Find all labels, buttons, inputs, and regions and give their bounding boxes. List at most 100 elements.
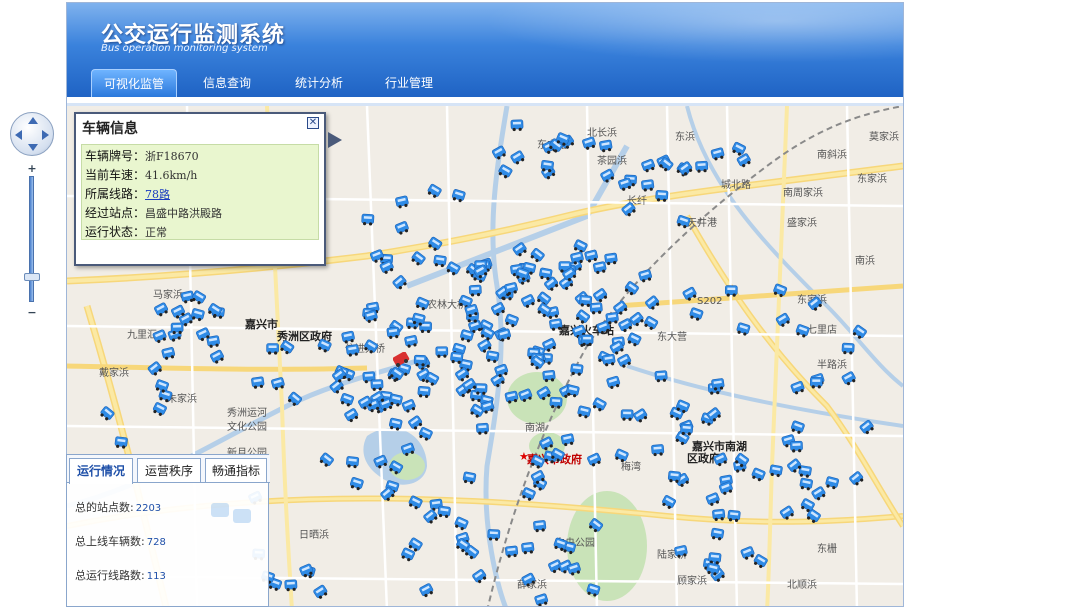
bus-marker[interactable] [750,467,766,482]
bus-marker[interactable] [505,545,519,558]
bus-marker[interactable] [99,406,115,422]
bus-marker[interactable] [740,546,755,561]
bus-marker[interactable] [705,492,720,507]
bus-marker[interactable] [661,495,677,511]
bus-marker[interactable] [400,547,416,562]
bus-marker[interactable] [542,369,556,383]
bus-marker[interactable] [521,542,535,555]
bus-marker[interactable] [859,419,875,435]
bus-marker[interactable] [602,353,616,367]
bus-marker[interactable] [497,164,513,180]
bus-marker[interactable] [491,145,508,161]
bus-marker[interactable] [349,477,364,491]
bus-marker[interactable] [271,377,286,391]
bus-marker[interactable] [623,281,639,297]
bus-marker[interactable] [318,452,334,468]
bus-marker[interactable] [395,195,409,209]
bus-marker[interactable] [841,371,857,387]
tab-info-query[interactable]: 信息查询 [187,69,267,97]
bus-marker[interactable] [614,448,629,463]
bus-marker[interactable] [811,486,827,502]
bus-marker[interactable] [363,339,379,355]
bus-marker[interactable] [504,313,519,328]
bus-marker[interactable] [591,397,607,413]
bus-marker[interactable] [689,307,704,322]
bus-marker[interactable] [676,214,691,229]
bus-marker[interactable] [600,168,616,184]
pan-up-icon[interactable] [28,117,38,124]
bus-marker[interactable] [152,402,168,417]
bus-marker[interactable] [392,275,408,291]
bus-marker[interactable] [313,584,329,600]
tab-traffic-index[interactable]: 畅通指标 [205,458,267,482]
bus-marker[interactable] [427,236,443,252]
bus-marker[interactable] [161,347,176,361]
bus-marker[interactable] [587,518,604,534]
bus-marker[interactable] [251,376,265,390]
bus-marker[interactable] [710,527,725,541]
bus-marker[interactable] [510,119,524,132]
bus-marker[interactable] [346,456,360,469]
bus-marker[interactable] [388,417,403,432]
bus-marker[interactable] [476,422,489,435]
pan-left-icon[interactable] [15,130,22,140]
bus-marker[interactable] [114,436,128,449]
bus-marker[interactable] [604,252,618,266]
bus-marker[interactable] [491,302,507,317]
bus-marker[interactable] [620,409,634,421]
bus-marker[interactable] [433,254,447,268]
bus-marker[interactable] [549,318,563,331]
tab-statistics[interactable]: 统计分析 [279,69,359,97]
bus-marker[interactable] [599,139,613,153]
bus-marker[interactable] [487,529,501,541]
bus-marker[interactable] [570,363,584,376]
bus-marker[interactable] [401,399,416,414]
bus-marker[interactable] [752,554,768,570]
bus-marker[interactable] [617,353,633,368]
bus-marker[interactable] [453,516,469,531]
tab-industry-management[interactable]: 行业管理 [369,69,449,97]
bus-marker[interactable] [621,202,637,218]
bus-marker[interactable] [417,385,431,398]
bus-marker[interactable] [529,454,545,469]
bus-marker[interactable] [404,335,418,348]
bus-marker[interactable] [419,583,435,598]
bus-marker[interactable] [512,242,528,258]
bus-marker[interactable] [418,426,434,442]
bus-marker[interactable] [286,391,303,407]
bus-marker[interactable] [423,509,439,525]
bus-marker[interactable] [520,294,537,309]
bus-marker[interactable] [451,189,466,203]
bus-marker[interactable] [284,579,298,592]
bus-marker[interactable] [799,477,813,491]
pan-control[interactable] [10,112,54,156]
route-link[interactable]: 78路 [145,188,170,201]
bus-marker[interactable] [544,276,560,292]
bus-marker[interactable] [468,284,482,297]
bus-marker[interactable] [641,158,656,174]
bus-marker[interactable] [388,460,404,476]
bus-marker[interactable] [154,302,170,317]
bus-marker[interactable] [710,147,725,161]
bus-marker[interactable] [674,545,688,558]
bus-marker[interactable] [589,302,603,315]
bus-marker[interactable] [655,190,669,202]
bus-marker[interactable] [152,329,167,344]
bus-marker[interactable] [574,309,591,325]
bus-marker[interactable] [790,380,805,396]
bus-marker[interactable] [521,487,536,502]
bus-marker[interactable] [807,296,823,312]
bus-marker[interactable] [587,452,603,467]
close-icon[interactable]: ✕ [307,117,319,129]
tab-visual-monitoring[interactable]: 可视化监管 [91,69,177,97]
bus-marker[interactable] [209,349,226,364]
bus-marker[interactable] [790,440,803,453]
bus-marker[interactable] [626,332,642,347]
bus-marker[interactable] [724,285,738,297]
pan-down-icon[interactable] [28,144,38,151]
bus-marker[interactable] [643,316,659,332]
bus-marker[interactable] [445,261,461,277]
bus-marker[interactable] [772,283,788,298]
bus-marker[interactable] [586,583,601,597]
pan-right-icon[interactable] [42,130,49,140]
